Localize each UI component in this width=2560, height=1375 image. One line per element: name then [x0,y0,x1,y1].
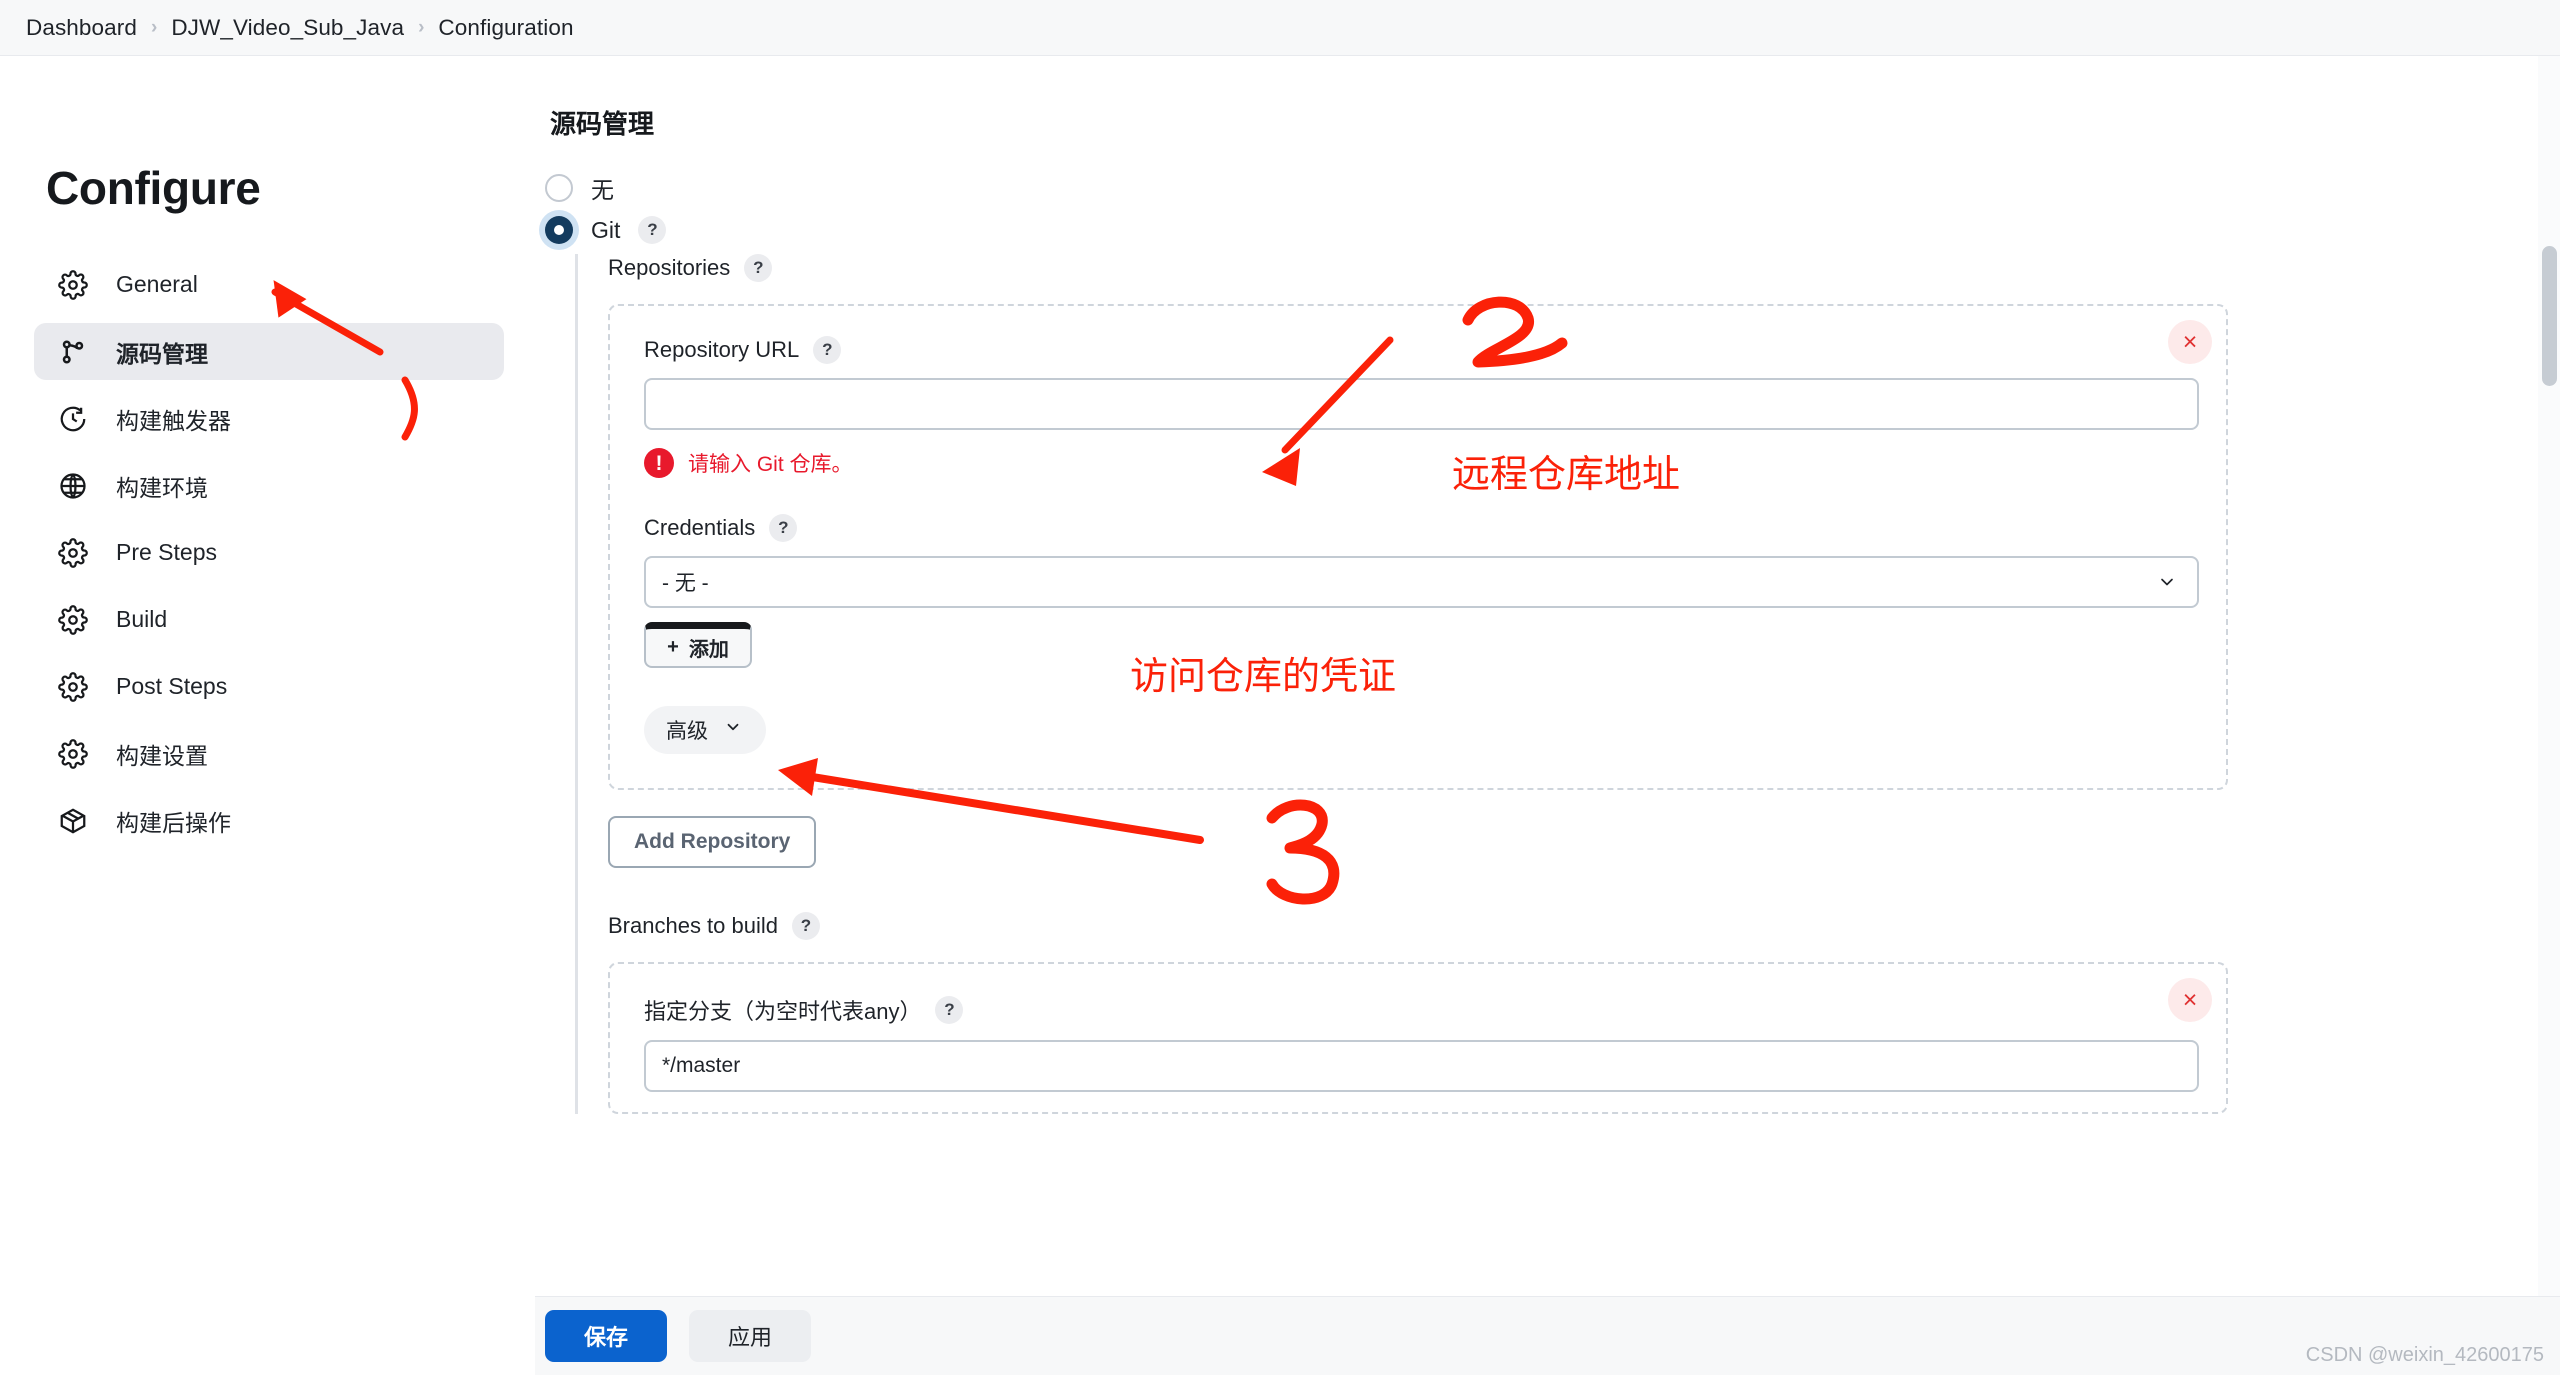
save-button[interactable]: 保存 [545,1310,667,1362]
package-icon [56,804,90,838]
sidebar-item-label: Pre Steps [116,539,217,566]
advanced-label: 高级 [666,715,708,745]
sidebar-item-label: 构建后操作 [116,804,231,838]
sidebar-item-label: 构建设置 [116,737,208,771]
branch-spec-label: 指定分支（为空时代表any） [644,994,921,1026]
scm-option-git[interactable]: Git ? [545,216,666,244]
gear-icon [56,670,90,704]
error-message: 请输入 Git 仓库。 [688,448,853,478]
clock-icon [56,402,90,436]
gear-icon [56,603,90,637]
breadcrumb-separator: › [418,17,424,39]
plus-icon: + [667,636,679,659]
sidebar-nav: General 源码管理 构建触发器 构建环境 [34,256,504,859]
sidebar-item-label: Post Steps [116,673,227,700]
add-repository-button[interactable]: Add Repository [608,816,816,868]
error-icon: ! [644,448,674,478]
radio-none[interactable] [545,174,573,202]
help-icon-repository-url[interactable]: ? [813,336,841,364]
app-root: Dashboard › DJW_Video_Sub_Java › Configu… [0,0,2560,1375]
page-scrollbar[interactable] [2538,56,2560,1296]
sidebar-item-build-triggers[interactable]: 构建触发器 [34,390,504,447]
help-icon-repositories[interactable]: ? [744,254,772,282]
sidebar-item-general[interactable]: General [34,256,504,313]
breadcrumb-item-dashboard[interactable]: Dashboard [26,15,137,41]
help-icon-branches[interactable]: ? [792,912,820,940]
credentials-selected-value: - 无 - [662,567,709,597]
repository-url-label: Repository URL [644,337,799,363]
sidebar-item-build-environment[interactable]: 构建环境 [34,457,504,514]
branches-label: Branches to build [608,913,778,939]
main-content: 源码管理 无 Git ? Repositories ? × Repository… [535,56,2530,1296]
form-action-bar: 保存 应用 [535,1296,2560,1375]
sidebar-item-label: 源码管理 [116,335,208,369]
gear-icon [56,737,90,771]
help-icon-branch-spec[interactable]: ? [935,996,963,1024]
repositories-label: Repositories [608,255,730,281]
repository-url-input[interactable] [644,378,2199,430]
sidebar-item-label: General [116,271,198,298]
sidebar: Configure General 源码管理 构建触发器 [0,56,535,1375]
watermark: CSDN @weixin_42600175 [2306,1344,2544,1367]
page-title: Configure [46,161,261,215]
branches-label-row: Branches to build ? [608,912,2505,940]
breadcrumb: Dashboard › DJW_Video_Sub_Java › Configu… [0,0,2560,56]
scm-option-label: Git [591,217,620,244]
credentials-select-wrap: - 无 - [644,556,2199,608]
credentials-select[interactable]: - 无 - [644,556,2199,608]
sidebar-item-post-build-actions[interactable]: 构建后操作 [34,792,504,849]
chevron-down-icon [2155,572,2179,597]
repository-url-error: ! 请输入 Git 仓库。 [644,448,2192,478]
breadcrumb-item-job[interactable]: DJW_Video_Sub_Java [171,15,404,41]
breadcrumb-separator: › [151,17,157,39]
branch-card: × 指定分支（为空时代表any） ? [608,962,2228,1114]
remove-repository-button[interactable]: × [2168,320,2212,364]
breadcrumb-item-configuration[interactable]: Configuration [438,15,573,41]
repository-card: × Repository URL ? ! 请输入 Git 仓库。 Credent… [608,304,2228,790]
sidebar-item-label: Build [116,606,167,633]
sidebar-item-pre-steps[interactable]: Pre Steps [34,524,504,581]
branch-spec-input[interactable] [644,1040,2199,1092]
chevron-down-icon [722,718,744,742]
help-icon-credentials[interactable]: ? [769,514,797,542]
advanced-toggle-button[interactable]: 高级 [644,706,766,754]
sidebar-item-label: 构建环境 [116,469,208,503]
repositories-label-row: Repositories ? [608,254,2505,282]
gear-icon [56,268,90,302]
section-title: 源码管理 [550,104,654,141]
git-config-body: Repositories ? × Repository URL ? ! 请输入 … [575,254,2505,1114]
repository-url-label-row: Repository URL ? [644,336,2192,364]
sidebar-item-label: 构建触发器 [116,402,231,436]
gear-icon [56,536,90,570]
apply-button[interactable]: 应用 [689,1310,811,1362]
help-icon-git[interactable]: ? [638,216,666,244]
sidebar-item-build[interactable]: Build [34,591,504,648]
scm-option-none[interactable]: 无 [545,171,614,205]
branch-spec-label-row: 指定分支（为空时代表any） ? [644,994,2192,1026]
scm-option-label: 无 [591,171,614,205]
globe-icon [56,469,90,503]
remove-branch-button[interactable]: × [2168,978,2212,1022]
scrollbar-thumb[interactable] [2542,246,2557,386]
sidebar-item-source-code-management[interactable]: 源码管理 [34,323,504,380]
add-credentials-label: 添加 [689,633,729,662]
credentials-label-row: Credentials ? [644,514,2192,542]
sidebar-item-build-settings[interactable]: 构建设置 [34,725,504,782]
credentials-label: Credentials [644,515,755,541]
add-credentials-button[interactable]: + 添加 [644,622,752,668]
radio-git[interactable] [545,216,573,244]
branch-icon [56,335,90,369]
sidebar-item-post-steps[interactable]: Post Steps [34,658,504,715]
